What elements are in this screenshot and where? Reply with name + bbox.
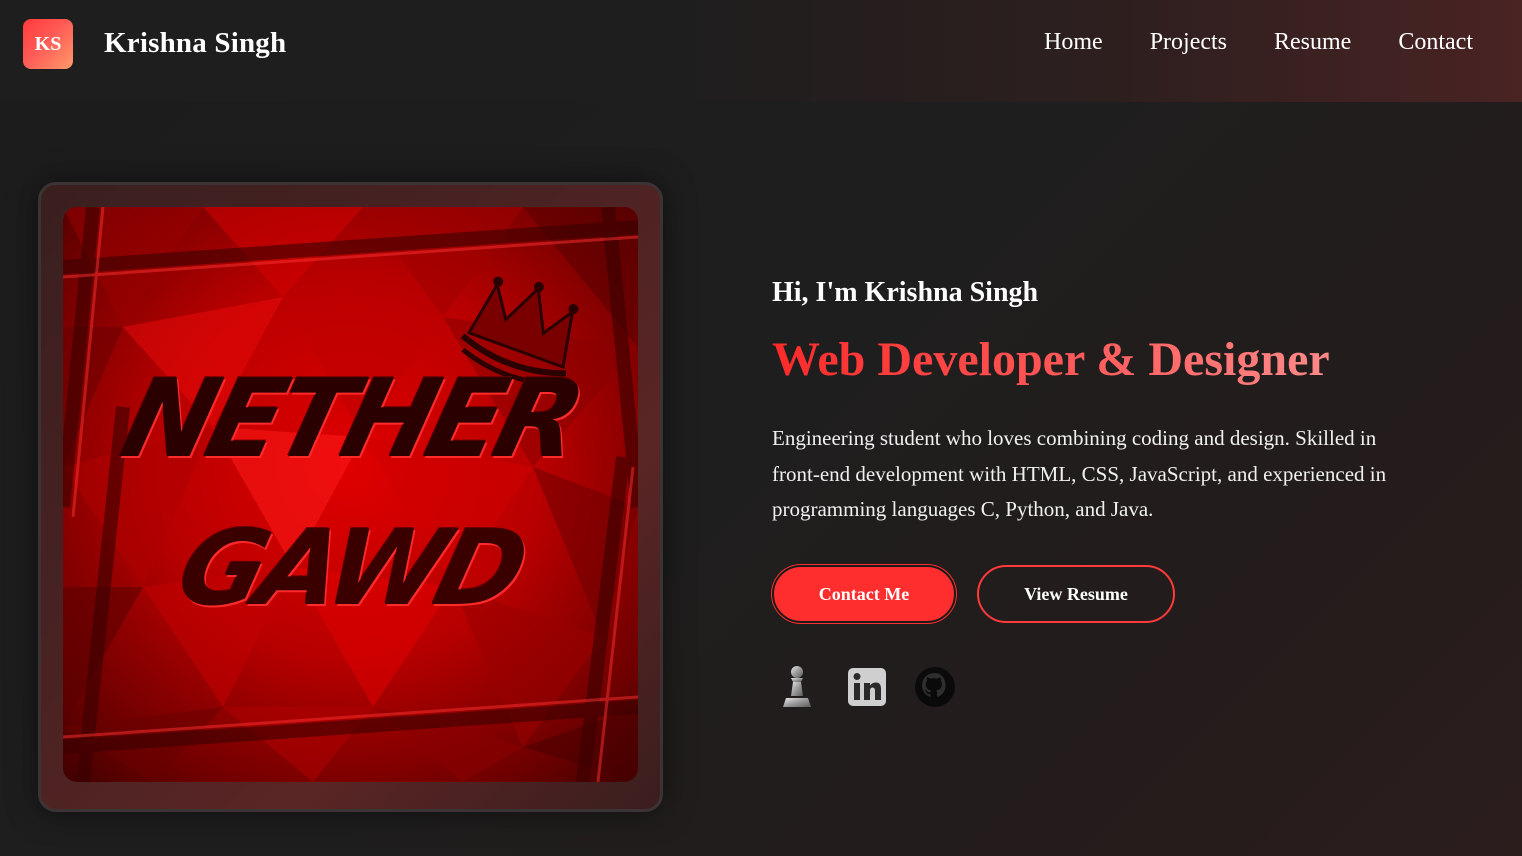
nav-resume[interactable]: Resume [1274,29,1351,56]
github-icon[interactable] [913,664,957,710]
logo-badge[interactable]: KS [23,19,73,69]
view-resume-button[interactable]: View Resume [977,565,1175,623]
site-header: KS Krishna Singh Home Projects Resume Co… [0,0,1522,102]
logo-initials: KS [34,32,62,55]
linkedin-icon[interactable] [845,664,889,710]
low-poly-background [63,207,638,782]
nav-projects[interactable]: Projects [1150,29,1227,56]
role-title: Web Developer & Designer [772,333,1330,386]
main-nav: Home Projects Resume Contact [1044,29,1473,56]
profile-image-frame: NETHER GAWD [38,182,663,812]
nav-contact[interactable]: Contact [1398,29,1473,56]
profile-image: NETHER GAWD [63,207,638,782]
brand-name[interactable]: Krishna Singh [104,27,286,60]
bio-text: Engineering student who loves combining … [772,426,1387,521]
contact-me-button[interactable]: Contact Me [772,565,956,623]
logo-text-line-2: GAWD [166,507,535,629]
nav-home[interactable]: Home [1044,29,1103,56]
chess-pawn-icon[interactable] [775,664,819,710]
greeting: Hi, I'm Krishna Singh [772,277,1039,308]
logo-text-line-1: NETHER [110,357,591,482]
